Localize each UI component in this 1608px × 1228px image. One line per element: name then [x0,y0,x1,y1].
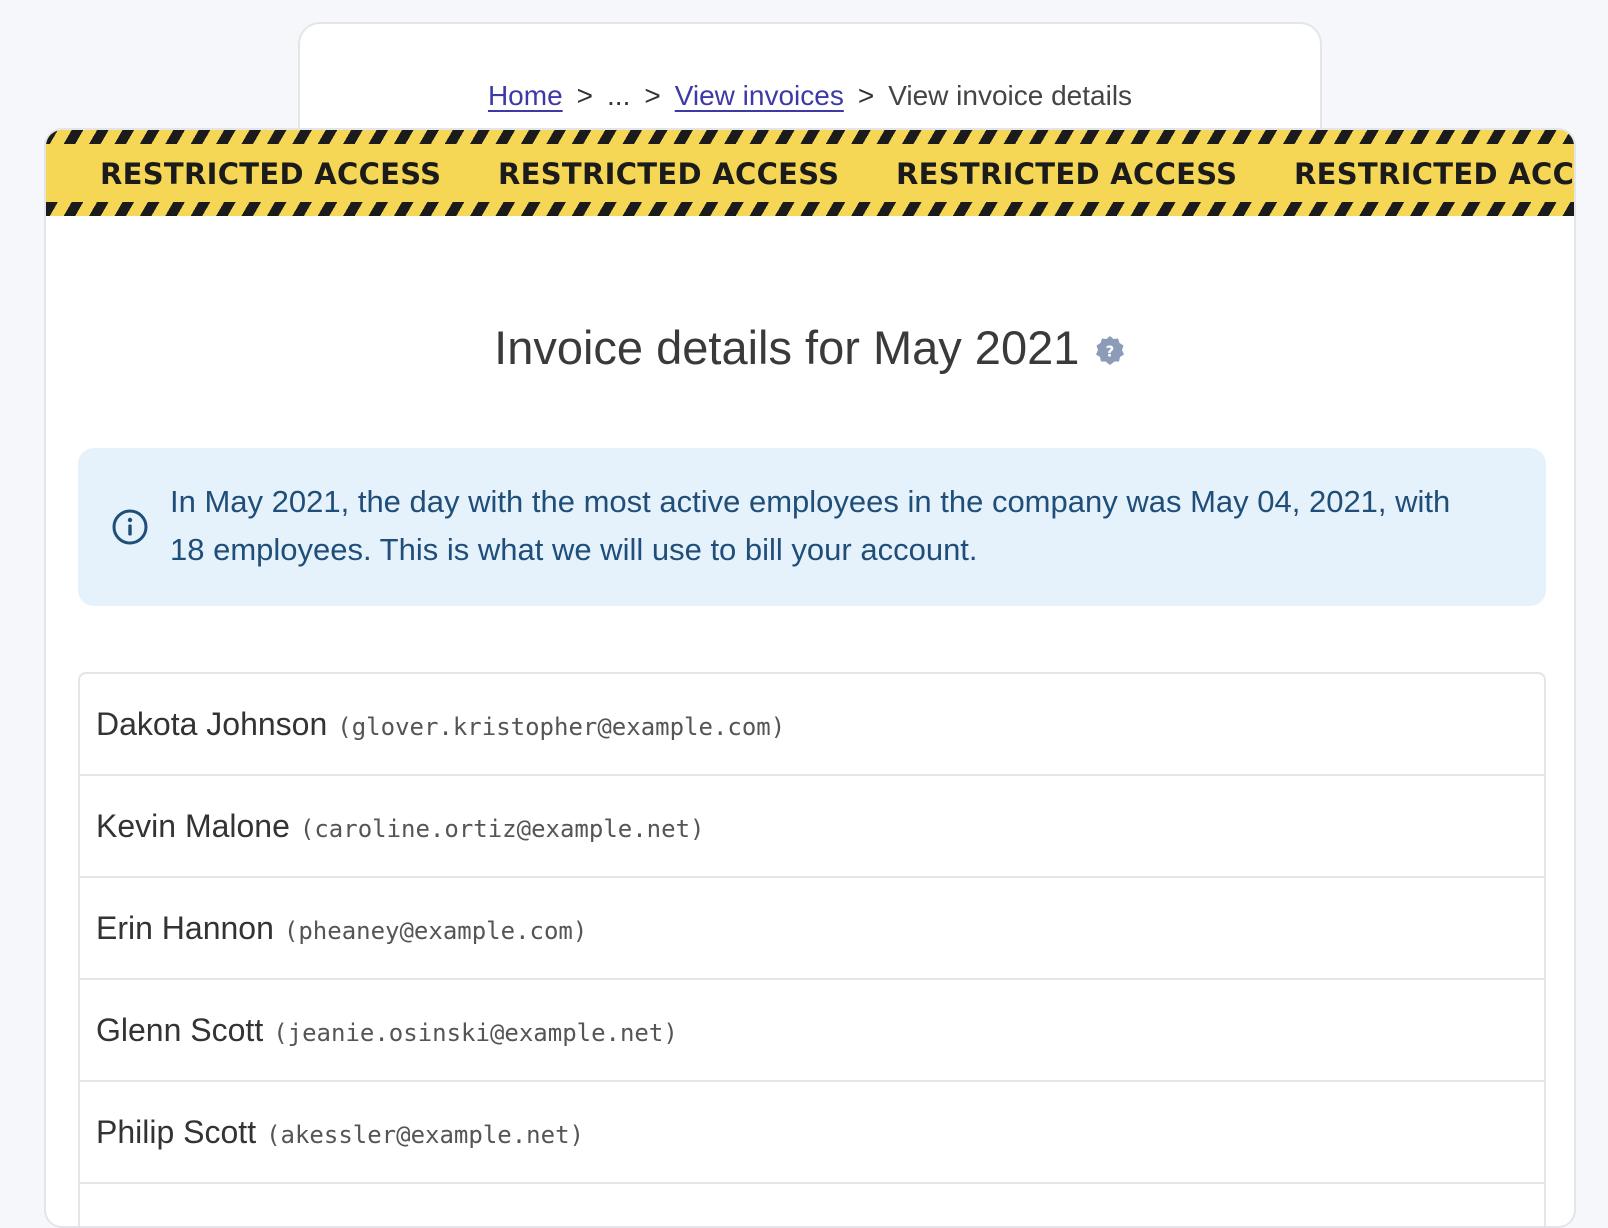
breadcrumb-view-invoices-link[interactable]: View invoices [675,80,844,111]
employee-name: Glenn Scott [96,1011,264,1048]
page-header: Invoice details for May 2021 ? [46,320,1574,375]
info-alert: In May 2021, the day with the most activ… [78,448,1546,606]
breadcrumb-separator: > [857,80,875,111]
list-item: Kevin Malone (caroline.ortiz@example.net… [80,776,1544,878]
list-item [80,1184,1544,1226]
employee-email: (pheaney@example.com) [283,917,588,945]
breadcrumb-home-link[interactable]: Home [488,80,563,111]
main-card: RESTRICTED ACCESS RESTRICTED ACCESS REST… [44,128,1576,1228]
breadcrumb-ellipsis[interactable]: ... [607,80,630,111]
banner-stripes-bottom [46,202,1574,216]
question-badge-icon[interactable]: ? [1094,335,1126,367]
breadcrumb-separator: > [644,80,661,111]
employee-list: Dakota Johnson (glover.kristopher@exampl… [78,672,1546,1226]
restricted-access-label: RESTRICTED ACCESS [100,157,442,191]
employee-email: (akessler@example.net) [266,1121,584,1149]
employee-name: Dakota Johnson [96,705,328,742]
breadcrumb: Home >... > View invoices > View invoice deta… [300,80,1320,112]
restricted-access-banner: RESTRICTED ACCESS RESTRICTED ACCESS REST… [46,130,1574,216]
restricted-access-label: RESTRICTED ACCESS [498,157,840,191]
svg-text:?: ? [1105,342,1114,360]
employee-name: Philip Scott [96,1113,257,1150]
employee-name: Erin Hannon [96,909,274,946]
banner-stripes-top [46,130,1574,144]
restricted-access-label: RESTRICTED ACCESS [896,157,1238,191]
alert-message: In May 2021, the day with the most activ… [170,484,1451,567]
breadcrumb-current: View invoice details [888,80,1133,111]
employee-email: (glover.kristopher@example.com) [337,713,786,741]
employee-email: (caroline.ortiz@example.net) [299,815,705,843]
page-title: Invoice details for May 2021 [494,321,1080,374]
breadcrumb-separator: > [576,80,594,111]
info-icon [110,507,150,547]
list-item: Philip Scott (akessler@example.net) [80,1082,1544,1184]
list-item: Erin Hannon (pheaney@example.com) [80,878,1544,980]
employee-name: Kevin Malone [96,807,290,844]
list-item: Dakota Johnson (glover.kristopher@exampl… [80,674,1544,776]
list-item: Glenn Scott (jeanie.osinski@example.net) [80,980,1544,1082]
restricted-access-label: RESTRICTED ACCESS [1294,157,1574,191]
employee-email: (jeanie.osinski@example.net) [273,1019,678,1047]
